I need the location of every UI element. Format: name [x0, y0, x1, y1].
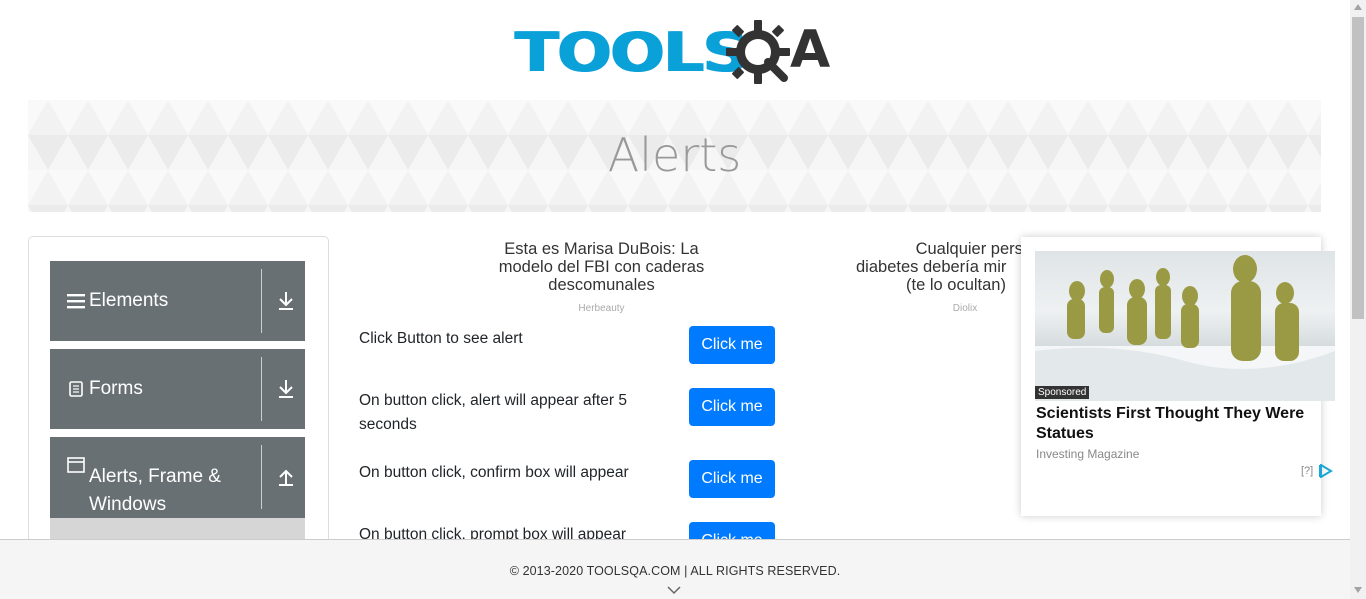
page-title: Alerts — [607, 128, 742, 182]
sponsored-source: Investing Magazine — [1036, 447, 1140, 461]
page-banner: Alerts — [28, 100, 1321, 212]
group-divider — [261, 269, 262, 333]
sponsored-title[interactable]: Scientists First Thought They Were Statu… — [1036, 404, 1326, 444]
chevron-down-icon[interactable] — [667, 586, 681, 595]
scroll-down-icon[interactable] — [1354, 587, 1362, 593]
confirm-label: On button click, confirm box will appear — [359, 464, 629, 481]
download-arrow-icon[interactable] — [276, 377, 296, 401]
sidebar-group-label: Forms — [89, 378, 143, 399]
statues-illustration — [1035, 255, 1335, 401]
left-panel: Elements Forms Alerts, Frame & Windows — [28, 236, 329, 556]
timer-alert-button[interactable]: Click me — [689, 388, 775, 426]
alert-label: Click Button to see alert — [359, 330, 523, 347]
group-divider — [261, 445, 262, 509]
alert-button[interactable]: Click me — [689, 326, 775, 364]
gear-magnifier-icon — [726, 20, 790, 84]
page: TOOLS A Alerts Elements Forms Alerts, Fr… — [0, 0, 1366, 599]
ad-left-source: Herbeauty — [578, 303, 625, 314]
sidebar-group-alerts-frame-windows[interactable]: Alerts, Frame & Windows — [50, 437, 305, 518]
sponsored-badge: Sponsored — [1035, 386, 1090, 399]
sidebar-group-forms[interactable]: Forms — [50, 349, 305, 429]
toolsqa-logo[interactable]: TOOLS A — [514, 14, 838, 92]
ad-help-link[interactable]: [?] — [1301, 465, 1313, 477]
hamburger-icon — [67, 261, 85, 341]
footer: © 2013-2020 TOOLSQA.COM | ALL RIGHTS RES… — [0, 539, 1350, 599]
scroll-up-icon[interactable] — [1354, 4, 1362, 10]
download-arrow-icon[interactable] — [276, 289, 296, 313]
ad-middle-source: Diolix — [952, 303, 978, 314]
sidebar-group-label: Alerts, Frame & Windows — [89, 466, 221, 515]
adchoices-icon[interactable] — [1319, 464, 1333, 478]
window-icon — [67, 437, 85, 493]
sidebar-group-label: Elements — [89, 290, 169, 311]
group-divider — [261, 357, 262, 421]
logo-tools-text: TOOLS — [514, 21, 748, 84]
scrollbar-thumb[interactable] — [1352, 17, 1364, 319]
logo-a-text: A — [790, 20, 831, 80]
copyright-text: © 2013-2020 TOOLSQA.COM | ALL RIGHTS RES… — [509, 564, 841, 578]
page-scrollbar[interactable] — [1350, 0, 1366, 599]
sponsored-ad-card[interactable]: Sponsored Scientists First Thought They … — [1021, 237, 1335, 516]
sponsored-image[interactable] — [1035, 251, 1335, 401]
sidebar-group-elements[interactable]: Elements — [50, 261, 305, 341]
confirm-button[interactable]: Click me — [689, 460, 775, 498]
timer-alert-label: On button click, alert will appear after… — [359, 392, 627, 433]
upload-arrow-icon[interactable] — [276, 465, 296, 489]
ad-left-headline[interactable]: Esta es Marisa DuBois: La modelo del FBI… — [480, 240, 723, 294]
document-icon — [67, 349, 85, 429]
